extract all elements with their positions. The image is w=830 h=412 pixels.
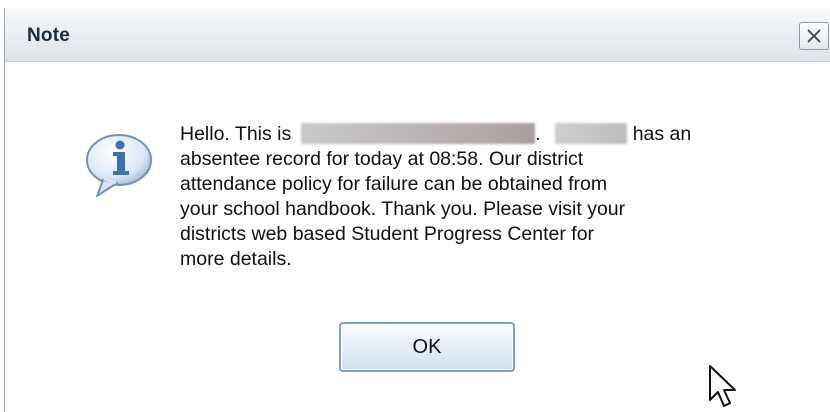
message-line-3: attendance policy for failure can be obt… bbox=[180, 173, 608, 195]
message-line-1: Hello. This is. has an bbox=[180, 122, 780, 147]
background-text-fragment bbox=[80, 0, 120, 6]
background-text-fragment bbox=[385, 0, 445, 6]
ok-button[interactable]: OK bbox=[339, 322, 515, 372]
background-text-fragment bbox=[190, 0, 340, 6]
info-speech-bubble-icon bbox=[86, 134, 152, 197]
mouse-pointer-icon bbox=[709, 365, 736, 407]
dialog-title-bar[interactable]: Note bbox=[5, 8, 830, 62]
message-text: has an bbox=[632, 123, 692, 145]
dialog-title: Note bbox=[27, 25, 71, 46]
message-line-2: absentee record for today at 08:58. Our … bbox=[180, 148, 584, 170]
dialog-message: Hello. This is. has an absentee record fo… bbox=[180, 122, 780, 272]
note-dialog: Note Hello. This is. has an absentee reco… bbox=[4, 8, 830, 412]
background-text-fragment bbox=[470, 0, 550, 6]
close-button[interactable] bbox=[799, 22, 829, 50]
background-text-fragment bbox=[570, 0, 660, 6]
message-text: . bbox=[535, 123, 541, 145]
message-line-6: more details. bbox=[180, 248, 292, 270]
redacted-name bbox=[301, 123, 536, 144]
message-line-4: your school handbook. Thank you. Please … bbox=[180, 198, 626, 220]
redacted-name bbox=[554, 123, 627, 144]
close-icon bbox=[807, 29, 821, 43]
message-text: Hello. This is bbox=[180, 123, 292, 145]
message-line-5: districts web based Student Progress Cen… bbox=[180, 223, 595, 245]
